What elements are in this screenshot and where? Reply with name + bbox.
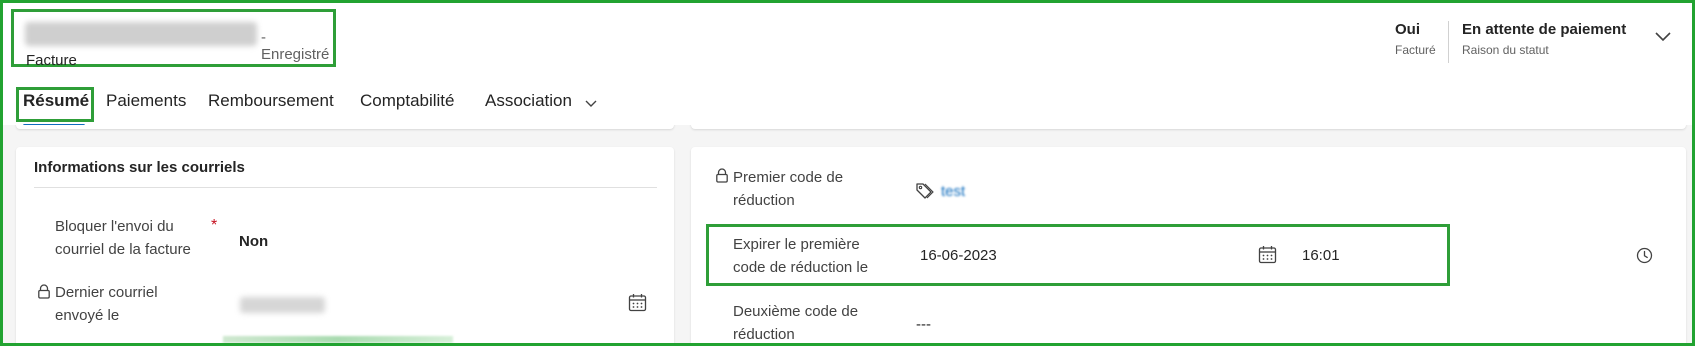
card-top-right [691, 125, 1686, 129]
label-line: courriel de la facture [55, 241, 191, 258]
label-line: envoyé le [55, 307, 120, 324]
block-email-label: Bloquer l'envoi du courriel de la factur… [55, 215, 191, 261]
header-field-value: Oui [1395, 21, 1420, 38]
tag-icon [916, 183, 934, 199]
label-line: Deuxième code de [733, 303, 859, 320]
chevron-down-icon[interactable] [583, 95, 599, 111]
first-code-label: Premier code de réduction [733, 166, 843, 212]
header-field-facture: Oui Facturé [1395, 21, 1436, 57]
header-field-value: En attente de paiement [1462, 21, 1627, 38]
label-line: réduction [733, 192, 795, 209]
lock-icon [716, 168, 728, 183]
required-asterisk: * [211, 217, 218, 234]
tab-resume[interactable]: Résumé [23, 91, 89, 111]
label-line: réduction [733, 326, 795, 343]
clock-icon[interactable] [1636, 247, 1653, 264]
section-title: Informations sur les courriels [34, 159, 245, 176]
expire-date-input[interactable]: 16-06-2023 [920, 247, 997, 264]
expire-label: Expirer le première code de réduction le [733, 233, 868, 279]
label-line: code de réduction le [733, 259, 869, 276]
save-status: - Enregistré [261, 29, 330, 63]
loading-strip [223, 336, 453, 343]
header-separator [1448, 21, 1449, 63]
tab-remboursement[interactable]: Remboursement [208, 91, 334, 111]
calendar-icon[interactable] [628, 293, 647, 312]
header-field-label: Raison du statut [1462, 43, 1549, 57]
block-email-value[interactable]: Non [239, 233, 268, 250]
calendar-icon[interactable] [1258, 245, 1277, 264]
last-sent-value-redacted [240, 297, 325, 313]
tab-association[interactable]: Association [485, 91, 572, 111]
lock-icon [38, 284, 50, 299]
first-code-link[interactable]: test [941, 183, 965, 200]
label-line: Dernier courriel [55, 284, 158, 301]
tab-comptabilite[interactable]: Comptabilité [360, 91, 455, 111]
header-field-status-reason: En attente de paiement Raison du statut [1462, 21, 1626, 57]
tab-paiements[interactable]: Paiements [106, 91, 186, 111]
divider [34, 187, 657, 188]
title-highlight: - Enregistré Facture [11, 9, 336, 69]
second-code-value[interactable]: --- [916, 316, 931, 333]
header-field-label: Facturé [1395, 43, 1436, 57]
chevron-down-icon[interactable] [1652, 25, 1674, 47]
entity-name: Facture [26, 52, 77, 69]
label-line: Expirer le première [733, 236, 860, 253]
expire-time-input[interactable]: 16:01 [1302, 247, 1340, 264]
label-line: Bloquer l'envoi du [55, 218, 174, 235]
second-code-label: Deuxième code de réduction [733, 300, 858, 346]
record-title-redacted [25, 22, 257, 46]
card-top-left [16, 125, 674, 129]
record-header: - Enregistré Facture Oui Facturé En atte… [3, 3, 1692, 127]
label-line: Premier code de [733, 169, 844, 186]
last-sent-label: Dernier courriel envoyé le [55, 281, 158, 327]
